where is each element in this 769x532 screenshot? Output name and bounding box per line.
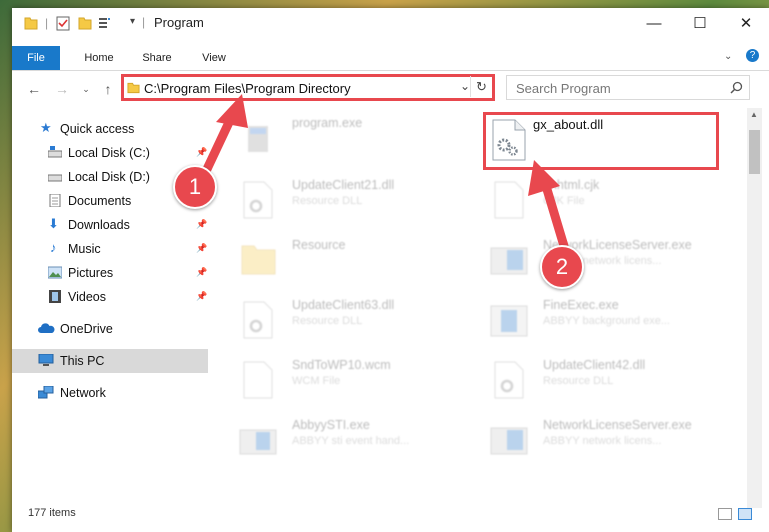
computer-icon <box>38 354 54 366</box>
pin-icon[interactable]: 📌 <box>196 267 207 278</box>
divider <box>12 70 769 71</box>
exe-icon <box>490 305 528 337</box>
recent-chevron-icon[interactable]: ⌄ <box>76 80 96 98</box>
scrollbar-thumb[interactable] <box>749 130 760 174</box>
star-icon: ★ <box>40 120 52 135</box>
back-arrow-icon[interactable]: ← <box>24 80 44 98</box>
forward-arrow-icon[interactable]: → <box>52 80 72 98</box>
address-bar[interactable]: C:\Program Files\Program Directory ⌄ ↻ <box>121 74 495 101</box>
file-icon <box>243 361 273 399</box>
minimize-button[interactable]: — <box>631 8 677 38</box>
refresh-icon[interactable]: ↻ <box>476 79 487 95</box>
download-arrow-icon: ⬇ <box>48 216 59 231</box>
callout-arrow-2 <box>528 160 569 251</box>
pin-icon[interactable]: 📌 <box>196 291 207 302</box>
sidebar-item-onedrive[interactable]: OneDrive <box>12 317 208 341</box>
help-icon[interactable]: ? <box>746 49 759 62</box>
sidebar-item-downloads[interactable]: ⬇ Downloads 📌 <box>12 213 208 237</box>
cloud-icon <box>38 323 55 333</box>
vertical-scrollbar[interactable]: ▲ <box>747 108 762 508</box>
dll-gear-icon <box>494 361 524 399</box>
chevron-down-icon[interactable]: ⌄ <box>460 79 470 93</box>
search-icon[interactable] <box>730 81 743 94</box>
sidebar-item-music[interactable]: ♪ Music 📌 <box>12 237 208 261</box>
sidebar-item-local-disk-c[interactable]: Local Disk (C:) 📌 <box>12 141 208 165</box>
sidebar-item-pictures[interactable]: Pictures 📌 <box>12 261 208 285</box>
callout-badge-2: 2 <box>540 245 584 289</box>
separator: | <box>45 16 49 30</box>
file-item[interactable]: AbbyySTI.exe ABBYY sti event hand... <box>234 414 474 470</box>
item-count: 177 items <box>28 507 76 519</box>
exe-icon <box>490 427 528 455</box>
drive-icon <box>48 146 62 158</box>
tab-share[interactable]: Share <box>132 46 182 70</box>
window-title: Program <box>154 15 204 30</box>
folder-item[interactable]: Resource <box>234 234 474 290</box>
chevron-down-icon[interactable]: ⌄ <box>724 51 732 62</box>
dll-gear-icon <box>243 301 273 339</box>
pin-icon[interactable]: 📌 <box>196 219 207 230</box>
file-item[interactable]: NetworkLicenseServer.exe ABBYY network l… <box>485 414 725 470</box>
music-note-icon: ♪ <box>50 240 57 255</box>
search-placeholder: Search Program <box>516 81 611 96</box>
title-bar: | ▾ | Program — ☐ ✕ <box>12 8 769 38</box>
properties-icon[interactable] <box>56 15 70 31</box>
customize-icon[interactable] <box>98 15 114 31</box>
network-icon <box>38 386 54 399</box>
file-item[interactable]: UpdateClient63.dll Resource DLL <box>234 294 474 350</box>
new-folder-icon[interactable] <box>78 15 92 31</box>
tab-file[interactable]: File <box>12 46 60 70</box>
explorer-window: | ▾ | Program — ☐ ✕ File Home Share View… <box>12 8 769 532</box>
sidebar-item-network[interactable]: Network <box>12 381 208 405</box>
tab-view[interactable]: View <box>190 46 238 70</box>
file-item[interactable]: unhtml.cjk CJK File <box>485 174 725 230</box>
pictures-icon <box>48 266 62 279</box>
divider <box>470 76 471 97</box>
file-item[interactable]: FineExec.exe ABBYY background exe... <box>485 294 725 350</box>
sidebar-item-quick-access[interactable]: ★ Quick access <box>12 117 208 141</box>
pin-icon[interactable]: 📌 <box>196 243 207 254</box>
highlight-box <box>483 112 719 170</box>
ribbon-tabs: File Home Share View ⌄ ? <box>12 46 769 70</box>
search-input[interactable]: Search Program <box>506 75 750 100</box>
drive-icon <box>48 174 62 182</box>
file-item[interactable]: UpdateClient42.dll Resource DLL <box>485 354 725 410</box>
chevron-down-icon[interactable]: ▾ <box>130 16 135 32</box>
exe-icon <box>239 429 277 455</box>
scroll-up-icon[interactable]: ▲ <box>750 110 758 119</box>
sidebar-item-this-pc[interactable]: This PC <box>12 349 208 373</box>
close-button[interactable]: ✕ <box>723 8 769 38</box>
up-arrow-icon[interactable]: ↑ <box>98 80 118 98</box>
document-icon <box>49 194 61 207</box>
file-item[interactable]: NetworkLicenseServer.exe ABBYY network l… <box>485 234 725 290</box>
folder-icon <box>241 245 276 275</box>
folder-icon <box>127 82 140 94</box>
tab-home[interactable]: Home <box>72 46 126 70</box>
callout-badge-1: 1 <box>173 165 217 209</box>
details-view-icon[interactable] <box>718 508 732 520</box>
separator: | <box>142 15 146 29</box>
file-item[interactable]: SndToWP10.wcm WCM File <box>234 354 474 410</box>
folder-icon <box>24 17 38 30</box>
large-icons-view-icon[interactable] <box>738 508 752 520</box>
maximize-button[interactable]: ☐ <box>677 8 723 38</box>
film-icon <box>49 290 61 303</box>
sidebar-item-videos[interactable]: Videos 📌 <box>12 285 208 309</box>
